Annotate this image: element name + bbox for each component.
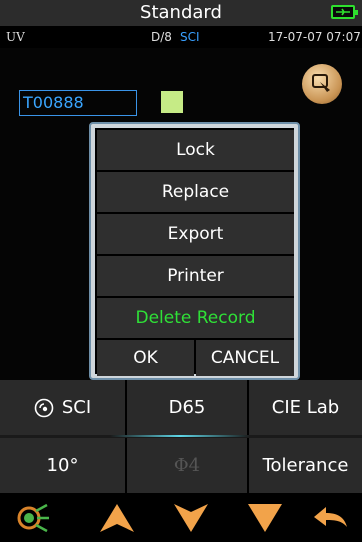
illumination-mode: UV	[6, 30, 25, 44]
measure-button[interactable]	[8, 494, 58, 542]
back-icon	[314, 507, 347, 527]
spec-mode-label: SCI	[180, 30, 200, 44]
measure-icon	[17, 503, 49, 533]
selection-highlight	[110, 435, 250, 437]
options-grid: SCI D65 CIE Lab 10° Φ4 Tolerance	[0, 380, 362, 494]
spec-mode-option-label: SCI	[61, 397, 92, 418]
colorspace-option[interactable]: CIE Lab	[249, 380, 362, 435]
menu-item-export[interactable]: Export	[97, 214, 294, 254]
tolerance-option[interactable]: Tolerance	[249, 438, 362, 493]
battery-charging-icon	[331, 5, 358, 19]
datetime-label: 17-07-07 07:07	[268, 30, 361, 44]
record-options-dialog: Lock Replace Export Printer Delete Recor…	[89, 122, 300, 380]
sci-icon	[34, 398, 54, 417]
sample-name-field[interactable]: T00888	[19, 90, 137, 116]
cancel-button[interactable]: CANCEL	[196, 340, 294, 376]
up-button[interactable]	[92, 494, 142, 542]
geometry-label: D/8	[151, 30, 172, 44]
status-info-bar: UV D/8 SCI 17-07-07 07:07	[0, 26, 362, 48]
title-bar: Standard	[0, 0, 362, 26]
menu-item-delete-record[interactable]: Delete Record	[97, 298, 294, 338]
ok-button[interactable]: OK	[97, 340, 194, 376]
bottom-toolbar	[0, 494, 362, 542]
menu-item-lock[interactable]: Lock	[97, 130, 294, 170]
spec-mode-option[interactable]: SCI	[0, 380, 125, 435]
page-title: Standard	[140, 2, 222, 23]
edit-tag-button[interactable]	[302, 64, 342, 104]
down-button[interactable]	[166, 494, 216, 542]
menu-item-replace[interactable]: Replace	[97, 172, 294, 212]
aperture-option: Φ4	[127, 438, 247, 493]
menu-item-printer[interactable]: Printer	[97, 256, 294, 296]
back-button[interactable]	[306, 494, 356, 542]
illuminant-option[interactable]: D65	[127, 380, 247, 435]
down-arrow-icon	[174, 504, 208, 532]
page-down-button[interactable]	[240, 494, 290, 542]
observer-option[interactable]: 10°	[0, 438, 125, 493]
edit-tag-icon	[312, 74, 330, 92]
color-swatch	[161, 91, 183, 113]
down-triangle-icon	[248, 504, 282, 532]
up-arrow-icon	[100, 504, 134, 532]
